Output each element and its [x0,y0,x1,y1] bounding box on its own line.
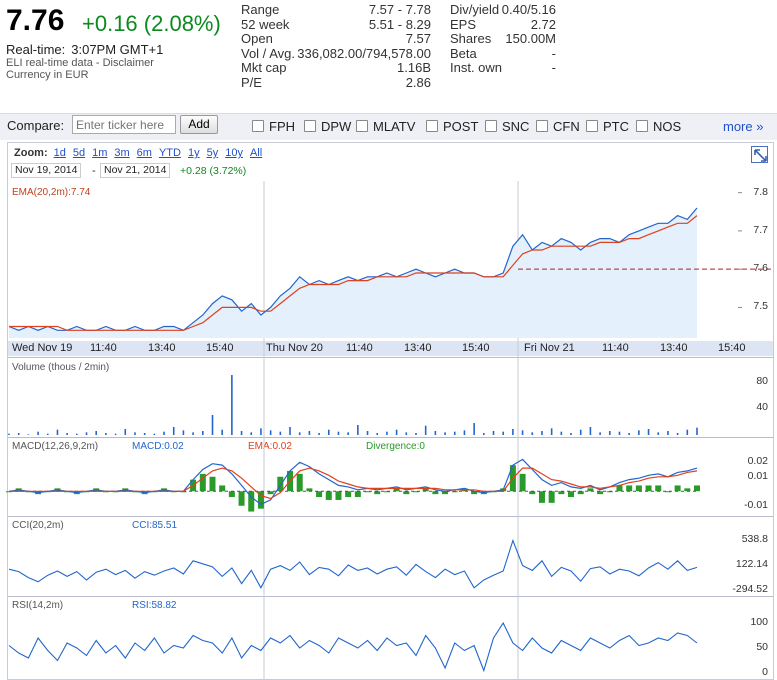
divergence-bar [238,491,245,506]
y-tick-label: -294.52 [732,583,768,596]
y-tick-label: 80 [756,374,768,387]
divergence-bar [335,491,342,500]
divergence-bar [325,491,332,500]
y-tick-label: 7.6 [753,262,768,275]
y-tick-label: 0.01 [747,469,768,482]
divergence-bar [519,473,526,492]
y-tick-label: 538.8 [741,533,768,546]
divergence-bar [228,491,235,498]
divergence-bar [674,485,681,492]
divergence-bar [635,485,642,492]
price-area [9,208,697,338]
y-tick-label: 50 [756,641,768,653]
divergence-bar [296,473,303,492]
y-tick-label: 40 [756,401,768,414]
y-tick-label: 7.8 [753,185,768,198]
divergence-bar [655,485,662,492]
macd-ema-line [9,467,698,500]
chart-canvas[interactable] [0,0,777,680]
divergence-bar [538,491,545,503]
divergence-bar [219,485,226,492]
divergence-bar [568,491,575,498]
y-tick-label: 7.7 [753,223,768,236]
macd-line [8,458,698,505]
y-tick-label: 122.14 [735,558,768,571]
y-tick-label: 100 [750,616,768,628]
y-tick-label: 0.02 [747,455,768,468]
divergence-bar [694,485,700,492]
divergence-bar [548,491,555,503]
divergence-bar [316,491,323,498]
divergence-bar [209,476,216,492]
divergence-bar [626,485,633,492]
rsi-line [8,621,698,673]
divergence-bar [345,491,352,498]
y-tick-label: -0.01 [744,498,768,511]
cci-line [8,538,698,589]
y-tick-label: 7.5 [753,300,768,313]
divergence-bar [354,491,361,498]
divergence-bar [645,485,652,492]
y-tick-label: 0 [762,666,768,678]
